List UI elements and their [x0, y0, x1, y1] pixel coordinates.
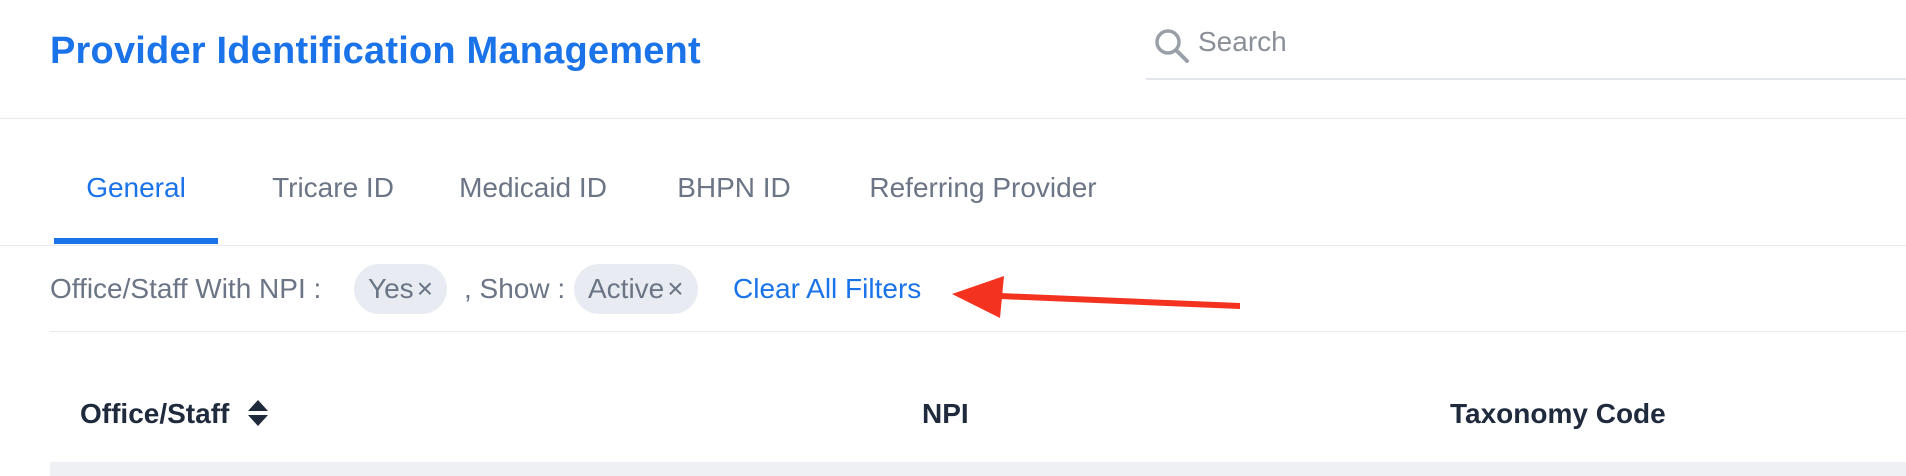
page-title: Provider Identification Management — [50, 30, 701, 72]
filter-chip-value: Yes — [368, 273, 414, 304]
tab-label: General — [86, 172, 186, 203]
table-header-row: Office/Staff NPI Taxonomy Code — [0, 384, 1906, 444]
tab-label: BHPN ID — [677, 172, 791, 203]
active-tab-indicator — [54, 238, 218, 244]
tab-label: Tricare ID — [272, 172, 394, 203]
column-header-office-staff[interactable]: Office/Staff — [80, 384, 269, 444]
page: Provider Identification Management Gener… — [0, 0, 1906, 476]
search-icon — [1155, 29, 1189, 63]
tab-bhpn-id[interactable]: BHPN ID — [676, 140, 792, 244]
header-divider — [0, 118, 1906, 119]
tab-label: Referring Provider — [869, 172, 1097, 203]
tabs-divider — [0, 245, 1906, 246]
table-body-edge — [50, 462, 1906, 476]
tab-referring-provider[interactable]: Referring Provider — [864, 140, 1102, 244]
filter-chip-office-staff-npi: Yes × — [354, 264, 448, 314]
filter-chip-show: Active × — [574, 264, 698, 314]
filters-divider — [50, 331, 1906, 332]
filter-label-office-staff-npi: Office/Staff With NPI : — [50, 273, 322, 304]
column-header-label: Taxonomy Code — [1450, 398, 1666, 429]
remove-filter-icon[interactable]: × — [417, 264, 433, 314]
column-header-label: Office/Staff — [80, 398, 230, 429]
column-header-npi: NPI — [922, 384, 969, 444]
clear-all-filters-link[interactable]: Clear All Filters — [733, 264, 921, 314]
tab-label: Medicaid ID — [459, 172, 607, 203]
column-header-taxonomy-code: Taxonomy Code — [1450, 384, 1666, 444]
sort-icon[interactable] — [247, 398, 269, 428]
remove-filter-icon[interactable]: × — [667, 264, 683, 314]
search-input[interactable] — [1198, 22, 1878, 62]
tab-general[interactable]: General — [54, 140, 218, 244]
search-box — [1146, 18, 1906, 80]
annotation-arrow-icon — [952, 276, 1240, 318]
filter-label-show: , Show : — [464, 273, 566, 304]
column-header-label: NPI — [922, 398, 969, 429]
tab-medicaid-id[interactable]: Medicaid ID — [452, 140, 614, 244]
filter-chip-value: Active — [588, 273, 665, 304]
tab-tricare-id[interactable]: Tricare ID — [258, 140, 408, 244]
